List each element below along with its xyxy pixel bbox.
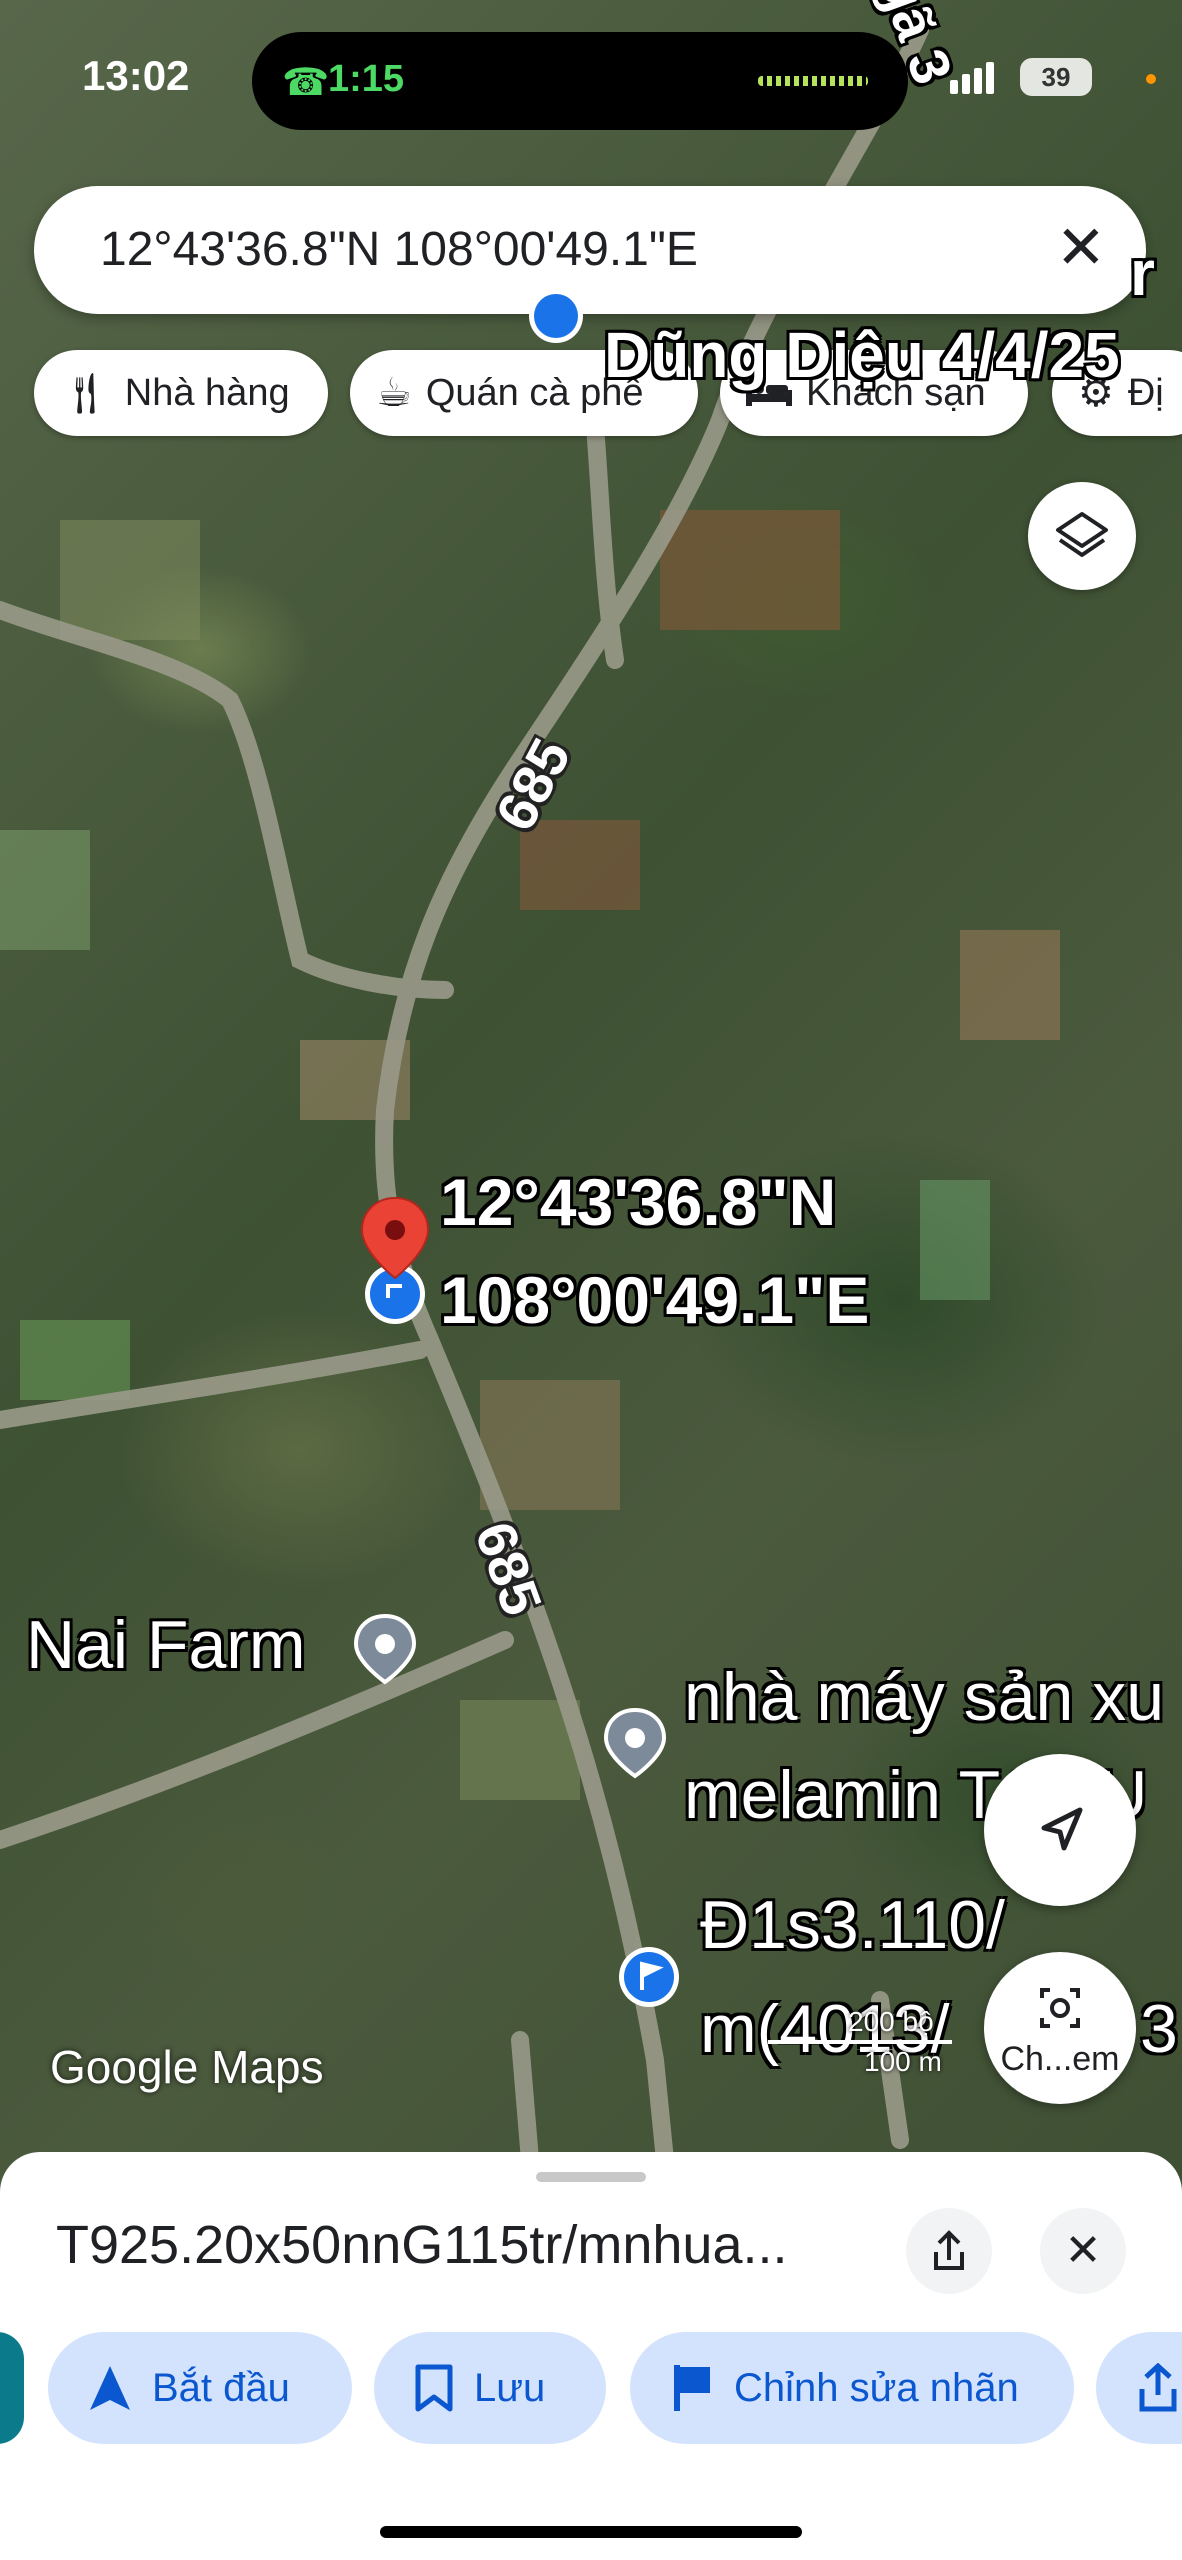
place-title: T925.20x50nnG115tr/mnhua... (56, 2215, 788, 2275)
save-button[interactable]: Lưu (374, 2332, 606, 2444)
pin-longitude-label: 108°00'49.1"E (440, 1263, 870, 1337)
camera-button-label: Ch...em (1000, 2040, 1120, 2078)
scale-meters: 100 m (864, 2046, 942, 2077)
camera-icon (1040, 1988, 1080, 2028)
edit-label-text: Chỉnh sửa nhãn (734, 2365, 1019, 2410)
bookmark-icon (415, 2364, 453, 2412)
fork-knife-icon: 🍴︎ (60, 371, 111, 416)
google-maps-logo: Google Maps (50, 2041, 324, 2093)
camera-search-button[interactable]: Ch...em (984, 1952, 1136, 2104)
map-label-place: Dũng Diệu 4/4/25 (604, 319, 1120, 391)
call-duration: 1:15 (328, 58, 405, 100)
pin-latitude-label: 12°43'36.8"N (440, 1165, 837, 1239)
drag-handle[interactable] (536, 2172, 646, 2182)
poi-label-factory[interactable]: nhà máy sản xu (684, 1658, 1164, 1736)
edit-label-button[interactable]: Chỉnh sửa nhãn (630, 2332, 1074, 2444)
flag-marker-icon[interactable] (616, 1944, 682, 2010)
share-icon (1139, 2363, 1177, 2412)
chip-restaurants[interactable]: 🍴︎ Nhà hàng (34, 350, 328, 436)
save-label: Lưu (474, 2365, 546, 2410)
flag-icon (674, 2365, 710, 2411)
close-icon: ✕ (1064, 2226, 1102, 2275)
scale-feet: 200 bộ (848, 2006, 934, 2037)
flag-marker-icon[interactable] (526, 286, 586, 346)
home-indicator[interactable] (380, 2526, 802, 2538)
my-location-button[interactable] (984, 1754, 1136, 1906)
poi-marker-icon[interactable] (602, 1706, 668, 1780)
map-scale: 200 bộ 100 m (768, 2006, 952, 2078)
share-action-button[interactable] (1096, 2332, 1182, 2444)
start-label: Bắt đầu (152, 2365, 290, 2410)
place-bottom-sheet[interactable]: T925.20x50nnG115tr/mnhua... ✕ Bắt đầu Lư… (0, 2152, 1182, 2560)
privacy-indicator (1146, 74, 1156, 84)
close-button[interactable]: ✕ (1040, 2208, 1126, 2294)
search-bar[interactable]: 12°43'36.8"N 108°00'49.1"E ✕ (34, 186, 1146, 314)
map-label-place: r (1130, 237, 1155, 309)
scale-bar (768, 2040, 952, 2044)
chip-label: Nhà hàng (124, 371, 290, 414)
search-input[interactable]: 12°43'36.8"N 108°00'49.1"E (100, 222, 698, 277)
poi-label-listing[interactable]: 3 (1140, 1990, 1178, 2068)
battery-indicator: 39 (1020, 58, 1092, 96)
dynamic-island[interactable]: ☎ 1:15 (252, 32, 908, 130)
layers-button[interactable] (1028, 482, 1136, 590)
poi-label-listing[interactable]: Đ1s3.110/ (700, 1886, 1005, 1964)
navigation-arrow-icon (90, 2366, 130, 2410)
directions-button[interactable] (0, 2332, 24, 2444)
close-icon[interactable]: ✕ (1056, 214, 1106, 282)
layers-icon (1056, 512, 1108, 557)
navigation-arrow-icon (1041, 1807, 1083, 1851)
poi-marker-icon[interactable] (352, 1612, 418, 1686)
status-time: 13:02 (82, 52, 190, 99)
audio-wave-icon (758, 76, 868, 86)
poi-label-nai-farm[interactable]: Nai Farm (26, 1606, 306, 1684)
share-button[interactable] (906, 2208, 992, 2294)
dropped-pin-icon[interactable] (358, 1194, 432, 1328)
coffee-cup-icon: ☕︎ (376, 371, 412, 415)
phone-icon: ☎ (282, 62, 330, 104)
share-icon (934, 2230, 964, 2270)
start-button[interactable]: Bắt đầu (48, 2332, 352, 2444)
chip-label: Đị (1127, 371, 1164, 414)
